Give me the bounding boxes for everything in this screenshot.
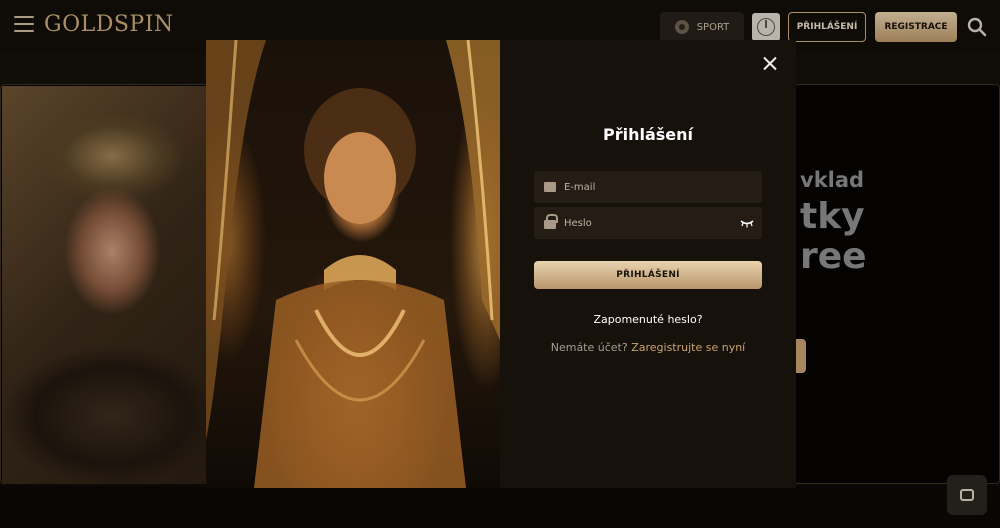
close-icon[interactable]	[763, 56, 777, 70]
modal-title: Přihlášení	[602, 125, 694, 144]
page: GOLDSPIN SPORT PŘIHLÁŠENÍ REGISTRACE vkl…	[0, 0, 1000, 528]
password-field[interactable]	[534, 207, 762, 239]
email-input[interactable]	[564, 181, 714, 193]
eye-closed-icon[interactable]	[740, 218, 754, 228]
register-prompt: Nemáte účet? Zaregistrujte se nyní	[500, 341, 796, 354]
password-input[interactable]	[564, 217, 714, 229]
lock-icon	[544, 214, 558, 229]
email-field[interactable]	[534, 171, 762, 203]
curtain-decoration	[206, 40, 500, 488]
forgot-password-link[interactable]: Zapomenuté heslo?	[500, 313, 796, 326]
login-submit-button[interactable]: PŘIHLÁŠENÍ	[534, 261, 762, 289]
login-modal: Přihlášení PŘIHLÁŠENÍ Zapomenuté heslo? …	[206, 40, 796, 488]
golden-dress-woman-image	[206, 40, 500, 488]
register-link[interactable]: Zaregistrujte se nyní	[631, 341, 745, 354]
envelope-icon	[544, 182, 556, 192]
no-account-text: Nemáte účet?	[550, 341, 628, 354]
